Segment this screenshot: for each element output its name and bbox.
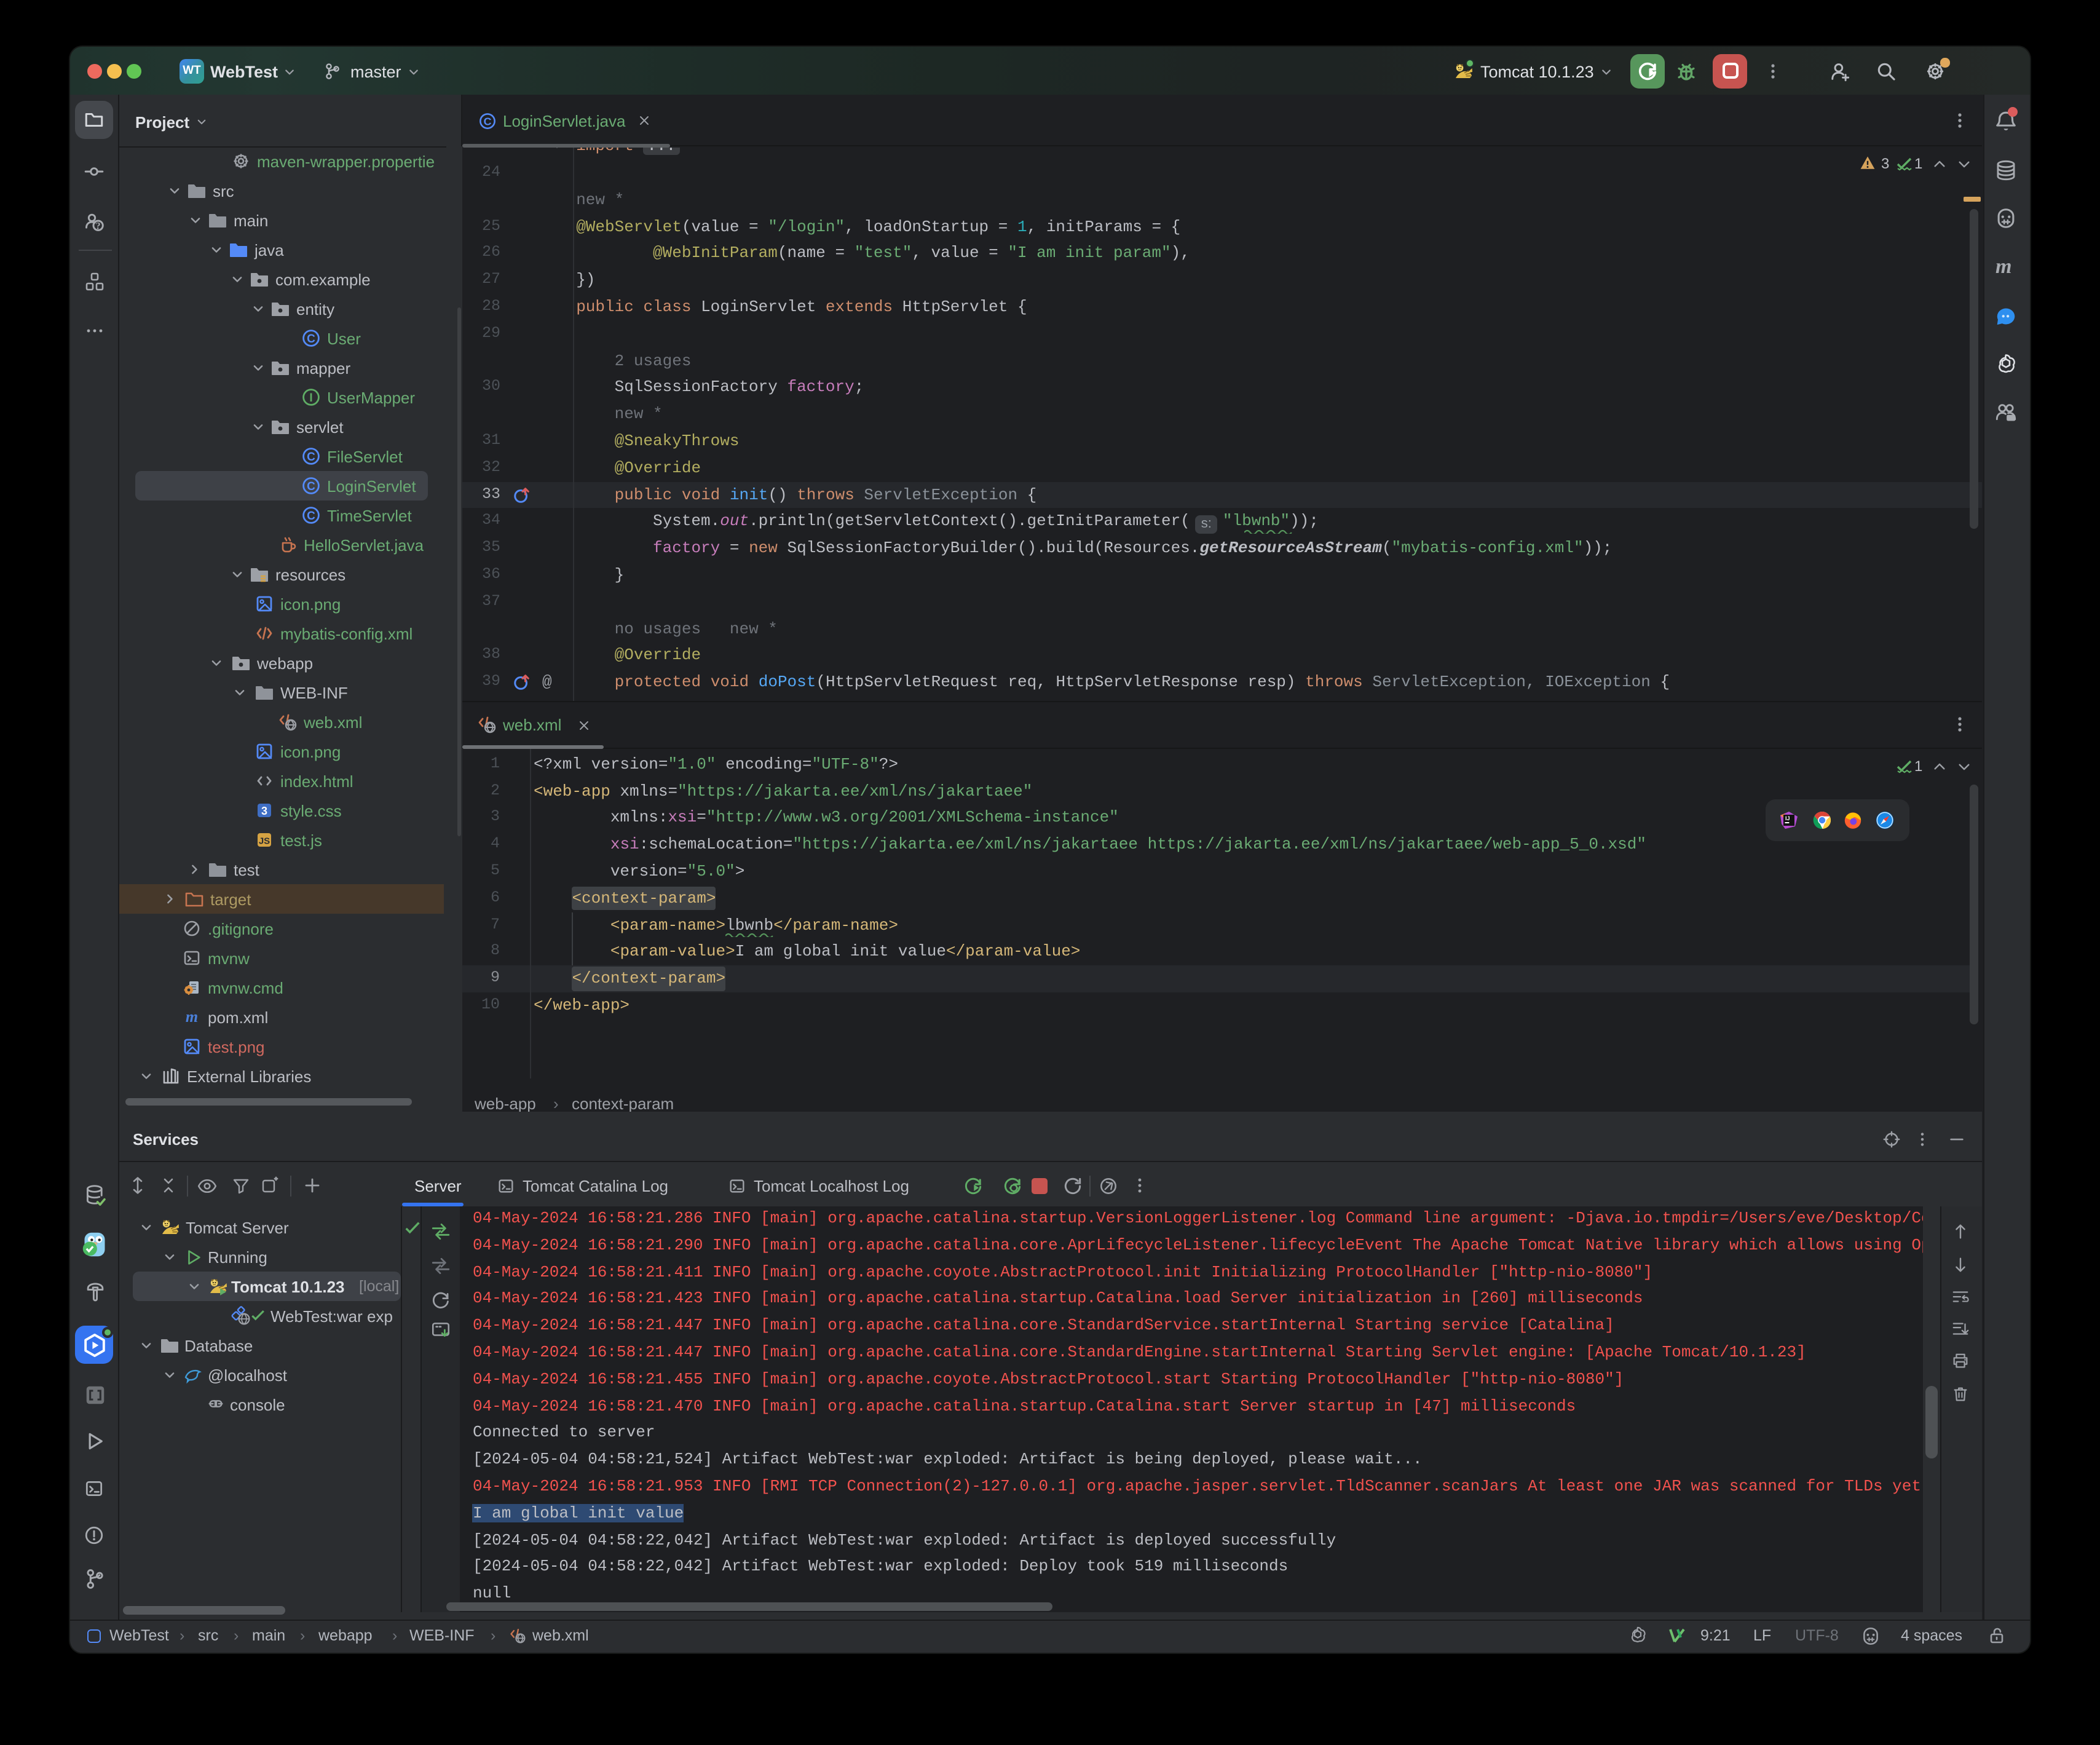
svg-text:C: C [307,480,315,493]
svg-text:?: ? [96,221,101,232]
svg-text:C: C [307,333,315,346]
svg-text:JS: JS [259,836,270,846]
svg-text:I: I [309,392,312,405]
svg-text:m: m [186,1008,198,1026]
svg-text:3: 3 [261,805,267,817]
svg-text:IJ: IJ [1785,815,1790,821]
svg-text:C: C [484,115,492,127]
svg-text:C: C [307,451,315,464]
svg-text:C: C [307,510,315,523]
